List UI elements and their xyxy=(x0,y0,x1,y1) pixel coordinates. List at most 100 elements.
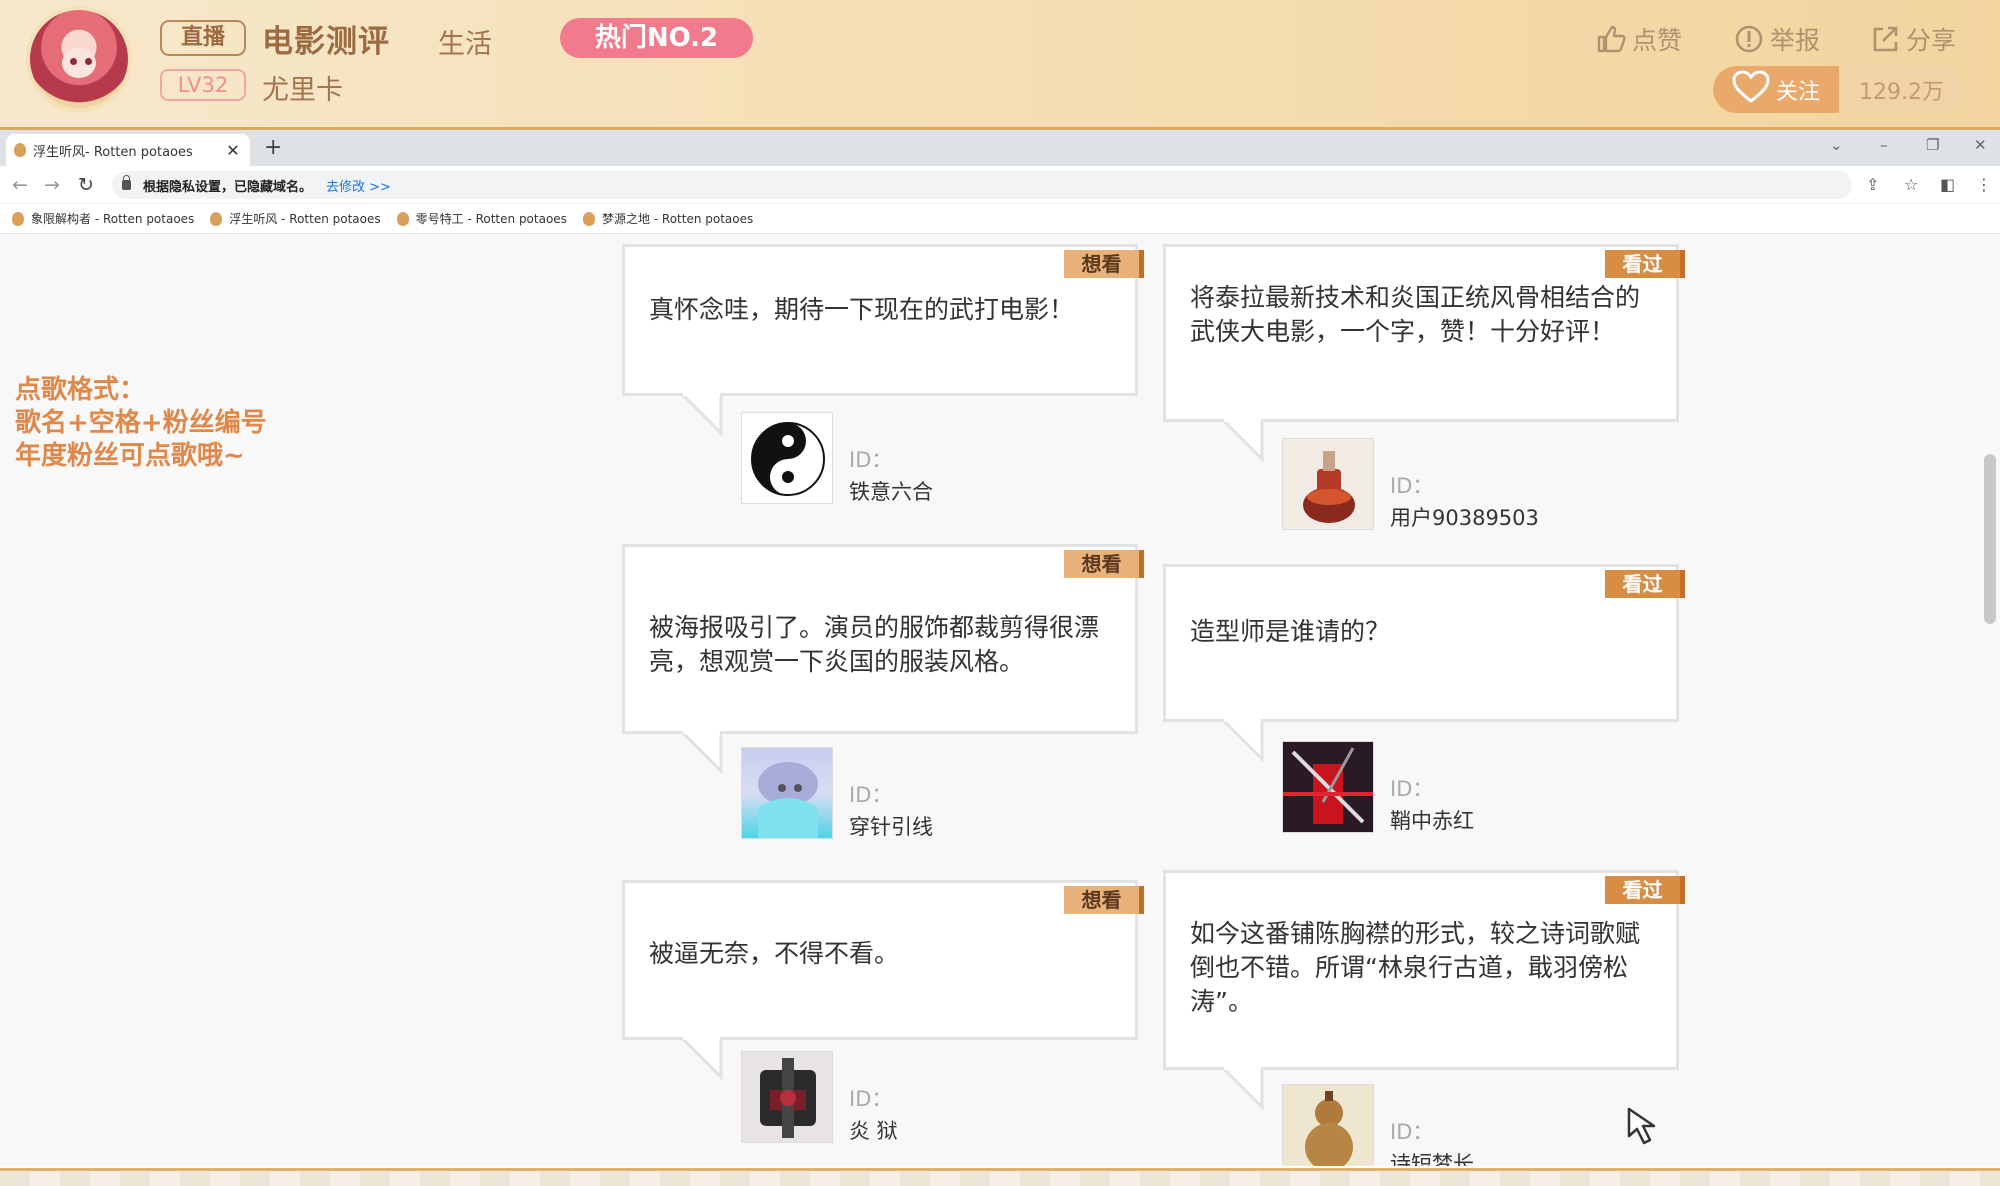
bookmark-item[interactable]: 梦源之地 - Rotten potaoes xyxy=(582,210,754,227)
want-to-watch-tag: 想看 xyxy=(1064,886,1144,914)
browser-tab[interactable]: 浮生听风- Rotten potaoes ✕ xyxy=(6,134,250,166)
potato-favicon-icon xyxy=(582,211,595,226)
share-label: 分享 xyxy=(1906,26,1957,55)
follower-count: 129.2万 xyxy=(1859,79,1944,105)
review-text: 如今这番铺陈胸襟的形式，较之诗词歌赋倒也不错。所谓“林泉行古道，戢羽傍松涛”。 xyxy=(1190,919,1641,1016)
song-format-rule: 歌名+空格+粉丝编号 xyxy=(15,408,267,438)
review-text: 真怀念哇，期待一下现在的武打电影！ xyxy=(649,295,1075,324)
review-text: 将泰拉最新技术和炎国正统风骨相结合的武侠大电影，一个字，赞！十分好评！ xyxy=(1190,283,1641,346)
speech-tail xyxy=(1222,419,1282,465)
lock-icon xyxy=(122,175,131,190)
window-close-icon[interactable]: ✕ xyxy=(1974,136,1987,154)
like-button[interactable]: 点赞 xyxy=(1596,22,1682,56)
song-format-title: 点歌格式： xyxy=(15,375,146,405)
share-icon xyxy=(1870,24,1900,54)
review-card[interactable]: 想看 真怀念哇，期待一下现在的武打电影！ xyxy=(622,244,1144,396)
share-button[interactable]: 分享 xyxy=(1870,22,1956,56)
red-warrior-icon xyxy=(1283,742,1373,832)
browser-window: 浮生听风- Rotten potaoes ✕ + ⌄ – ❐ ✕ ← → ↻ 根… xyxy=(0,130,2000,1170)
review-card[interactable]: 看过 造型师是谁请的？ xyxy=(1163,564,1685,722)
mouse-cursor-icon xyxy=(1626,1106,1666,1152)
tab-search-icon[interactable]: ⌄ xyxy=(1830,136,1843,154)
bookmark-label: 梦源之地 - Rotten potaoes xyxy=(601,212,754,226)
potato-favicon-icon xyxy=(396,211,409,226)
bottom-decoration xyxy=(0,1168,2000,1186)
hotpot-icon xyxy=(1303,451,1355,523)
bookmark-item[interactable]: 象限解构者 - Rotten potaoes xyxy=(12,210,194,227)
speech-tail xyxy=(681,1037,741,1083)
bookmark-item[interactable]: 浮生听风 - Rotten potaoes xyxy=(210,210,381,227)
watched-tag: 看过 xyxy=(1605,250,1685,278)
modify-privacy-link[interactable]: 去修改 >> xyxy=(326,176,391,195)
tab-strip: 浮生听风- Rotten potaoes ✕ + ⌄ – ❐ ✕ xyxy=(0,130,2000,166)
review-card[interactable]: 想看 被海报吸引了。演员的服饰都裁剪得很漂亮，想观赏一下炎国的服装风格。 xyxy=(622,544,1144,734)
gourd-icon xyxy=(1305,1091,1353,1166)
user-name[interactable]: 用户90389503 xyxy=(1390,502,1539,532)
bookmark-item[interactable]: 零号特工 - Rotten potaoes xyxy=(396,210,567,227)
privacy-notice: 根据隐私设置，已隐藏域名。 xyxy=(143,179,313,195)
user-id-label: ID： xyxy=(1390,777,1434,801)
user-name[interactable]: 铁意六合 xyxy=(849,476,933,506)
share-page-icon[interactable]: ⇪ xyxy=(1866,175,1879,194)
watched-tag: 看过 xyxy=(1605,876,1685,904)
bookmarks-bar: 象限解构者 - Rotten potaoes 浮生听风 - Rotten pot… xyxy=(0,204,2000,234)
restore-icon[interactable]: ❐ xyxy=(1926,136,1939,154)
user-id-label: ID： xyxy=(1390,1120,1434,1144)
follow-widget: 关注 129.2万 xyxy=(1713,66,1964,113)
review-card[interactable]: 看过 将泰拉最新技术和炎国正统风骨相结合的武侠大电影，一个字，赞！十分好评！ xyxy=(1163,244,1685,422)
reload-icon[interactable]: ↻ xyxy=(78,174,94,196)
address-bar: ← → ↻ 根据隐私设置，已隐藏域名。 去修改 >> ⇪ ☆ ◧ ⋮ xyxy=(0,166,2000,204)
user-avatar[interactable] xyxy=(741,747,833,839)
user-name[interactable]: 鞘中赤红 xyxy=(1390,805,1474,835)
speech-tail xyxy=(681,393,741,439)
user-avatar[interactable] xyxy=(741,1051,833,1143)
user-name[interactable]: 穿针引线 xyxy=(849,811,933,841)
dark-armor-icon xyxy=(760,1058,816,1138)
user-avatar[interactable] xyxy=(1282,741,1374,833)
user-id-label: ID： xyxy=(1390,474,1434,498)
bookmark-star-icon[interactable]: ☆ xyxy=(1904,175,1918,194)
live-badge: 直播 xyxy=(160,20,246,56)
song-format-note: 年度粉丝可点歌哦~ xyxy=(15,441,245,471)
watched-tag: 看过 xyxy=(1605,570,1685,598)
user-avatar[interactable] xyxy=(741,412,833,504)
user-avatar[interactable] xyxy=(1282,1084,1374,1166)
url-field[interactable]: 根据隐私设置，已隐藏域名。 去修改 >> xyxy=(112,171,1852,199)
want-to-watch-tag: 想看 xyxy=(1064,250,1144,278)
speech-tail xyxy=(681,731,741,777)
speech-tail xyxy=(1222,719,1282,765)
menu-icon[interactable]: ⋮ xyxy=(1976,175,1992,194)
potato-favicon-icon xyxy=(12,211,24,226)
report-label: 举报 xyxy=(1770,26,1821,55)
yin-yang-icon xyxy=(751,422,825,496)
potato-favicon-icon xyxy=(210,211,223,226)
review-card[interactable]: 看过 如今这番铺陈胸襟的形式，较之诗词歌赋倒也不错。所谓“林泉行古道，戢羽傍松涛… xyxy=(1163,870,1685,1070)
stream-header: 直播 电影测评 生活 热门NO.2 LV32 尤里卡 点赞 举报 分享 关注 1… xyxy=(0,0,2000,130)
follow-button[interactable]: 关注 xyxy=(1713,66,1839,113)
user-name[interactable]: 炎 狱 xyxy=(849,1115,898,1145)
avatar-eye xyxy=(70,58,77,65)
report-button[interactable]: 举报 xyxy=(1734,22,1820,56)
minimize-icon[interactable]: – xyxy=(1880,136,1888,154)
forward-icon[interactable]: → xyxy=(44,174,60,196)
user-name[interactable]: 诗短梦长 xyxy=(1390,1148,1474,1166)
review-card[interactable]: 想看 被逼无奈，不得不看。 xyxy=(622,880,1144,1040)
review-text: 造型师是谁请的？ xyxy=(1190,617,1391,646)
close-icon[interactable]: ✕ xyxy=(224,141,242,160)
hot-rank-badge[interactable]: 热门NO.2 xyxy=(560,18,753,58)
new-tab-button[interactable]: + xyxy=(264,134,282,162)
follow-label: 关注 xyxy=(1775,79,1820,105)
streamer-name: 尤里卡 xyxy=(262,75,343,106)
heart-icon xyxy=(1732,69,1770,110)
sidepanel-icon[interactable]: ◧ xyxy=(1940,175,1955,194)
bookmark-label: 零号特工 - Rotten potaoes xyxy=(415,212,567,226)
page-content: 点歌格式： 歌名+空格+粉丝编号 年度粉丝可点歌哦~ 想看 真怀念哇，期待一下现… xyxy=(0,234,2000,1166)
scrollbar-thumb[interactable] xyxy=(1984,454,1996,624)
back-icon[interactable]: ← xyxy=(12,174,28,196)
user-id-label: ID： xyxy=(849,1087,893,1111)
avatar-eye xyxy=(85,58,92,65)
stream-category[interactable]: 生活 xyxy=(438,22,492,61)
streamer-avatar[interactable] xyxy=(30,10,128,108)
review-text: 被逼无奈，不得不看。 xyxy=(649,939,900,968)
user-avatar[interactable] xyxy=(1282,438,1374,530)
